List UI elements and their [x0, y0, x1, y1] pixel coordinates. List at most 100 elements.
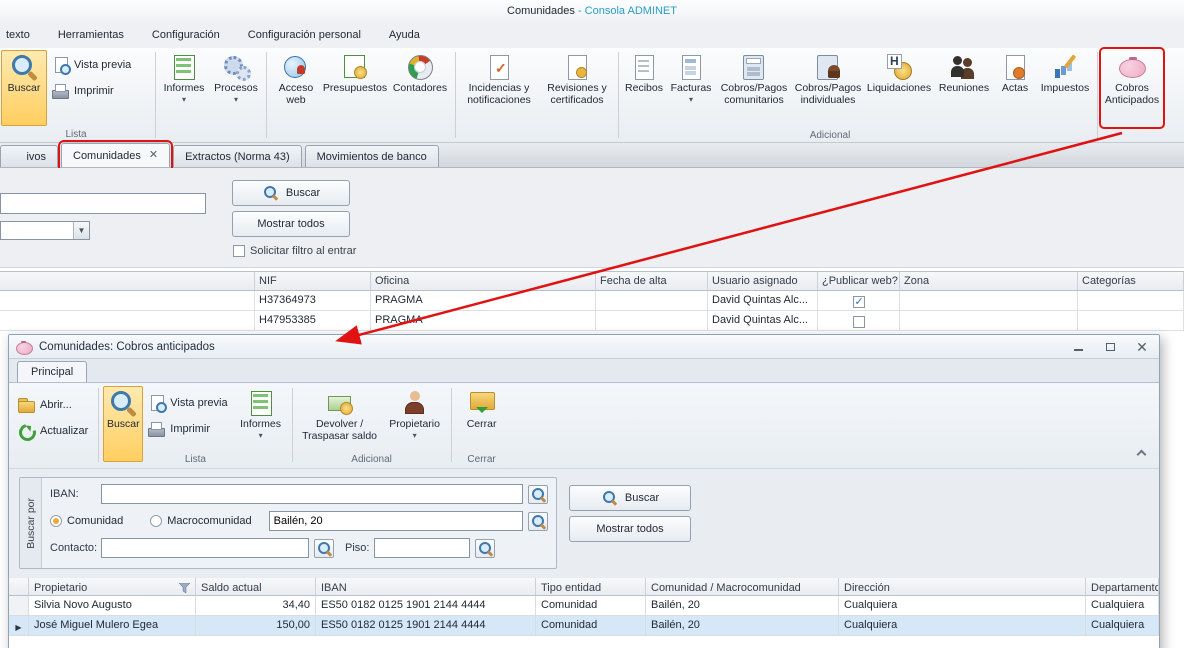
column-header-oficina[interactable]: Oficina [371, 271, 596, 291]
imprimir-button[interactable]: Imprimir [51, 82, 131, 100]
comunidad-radio[interactable] [50, 515, 62, 527]
main-mostrar-todos-button[interactable]: Mostrar todos [232, 211, 350, 237]
column-header-publicar-web[interactable]: ¿Publicar web? [818, 271, 900, 291]
menu-item-herramientas[interactable]: Herramientas [58, 29, 124, 41]
column-header-iban[interactable]: IBAN [316, 578, 536, 596]
ribbon-separator [266, 52, 267, 138]
dialog-imprimir-button[interactable]: Imprimir [147, 420, 227, 438]
column-header-nif[interactable]: NIF [255, 271, 371, 291]
toolbar-separator [451, 388, 452, 462]
ribbon-button-facturas[interactable]: Facturas ▾ [667, 50, 715, 126]
contacto-input[interactable] [101, 538, 309, 558]
vista-previa-button[interactable]: Vista previa [51, 56, 131, 74]
ribbon-button-acceso-web[interactable]: Acceso web [271, 50, 321, 126]
dialog-search-area: Buscar por IBAN: Comunidad Macrocomunida… [9, 469, 1159, 578]
dialog-tabstrip: Principal [9, 359, 1159, 383]
table-header-row: Propietario Saldo actual IBAN Tipo entid… [9, 578, 1159, 596]
solicitar-filtro-checkbox[interactable] [233, 245, 245, 257]
dialog-informes-button[interactable]: Informes ▾ [234, 386, 288, 462]
column-header-propietario[interactable]: Propietario [29, 578, 196, 596]
main-buscar-button[interactable]: Buscar [232, 180, 350, 206]
ribbon-button-liquidaciones[interactable]: Liquidaciones [865, 50, 933, 126]
cerrar-button[interactable]: Cerrar [456, 386, 508, 462]
menu-item-configuracion-personal[interactable]: Configuración personal [248, 29, 361, 41]
table-row[interactable]: H47953385 PRAGMA David Quintas Alc... [0, 311, 1184, 331]
ribbon-button-recibos[interactable]: Recibos [623, 50, 665, 126]
ribbon-button-reuniones[interactable]: Reuniones [935, 50, 993, 126]
menu-item-texto[interactable]: texto [6, 29, 30, 41]
collapse-ribbon-button[interactable] [1135, 446, 1149, 460]
ribbon-button-contadores[interactable]: Contadores [389, 50, 451, 126]
search-icon [477, 540, 493, 556]
ribbon-button-actas[interactable]: Actas [995, 50, 1035, 126]
medal-icon [885, 53, 913, 81]
ribbon-button-informes[interactable]: Informes ▾ [160, 50, 208, 126]
table-row[interactable]: Silvia Novo Augusto 34,40 ES50 0182 0125… [9, 596, 1159, 616]
comunidad-input[interactable] [269, 511, 523, 531]
ribbon-button-cobros-anticipados[interactable]: Cobros Anticipados [1102, 50, 1162, 126]
column-header-saldo-actual[interactable]: Saldo actual [196, 578, 316, 596]
devolver-traspasar-button[interactable]: Devolver / Traspasar saldo [297, 386, 383, 462]
row-selector [9, 596, 29, 616]
actualizar-button[interactable]: Actualizar [17, 422, 88, 440]
dialog-buscar-action-button[interactable]: Buscar [569, 485, 691, 511]
column-header-direccion[interactable]: Dirección [839, 578, 1086, 596]
menu-item-ayuda[interactable]: Ayuda [389, 29, 420, 41]
dialog-vista-previa-button[interactable]: Vista previa [147, 394, 227, 412]
cell-iban: ES50 0182 0125 1901 2144 4444 [316, 616, 536, 636]
ribbon-button-cobros-pagos-individuales[interactable]: Cobros/Pagos individuales [793, 50, 863, 126]
table-row[interactable]: H37364973 PRAGMA David Quintas Alc... [0, 291, 1184, 311]
dialog-mostrar-todos-button[interactable]: Mostrar todos [569, 516, 691, 542]
menu-item-configuracion[interactable]: Configuración [152, 29, 220, 41]
ribbon-button-incidencias[interactable]: Incidencias y notificaciones [460, 50, 538, 126]
ribbon-button-cobros-pagos-comunitarios[interactable]: Cobros/Pagos comunitarios [717, 50, 791, 126]
dialog-group-label-cerrar: Cerrar [456, 454, 508, 465]
column-header-comunidad[interactable]: Comunidad / Macrocomunidad [646, 578, 839, 596]
tab-extractos[interactable]: Extractos (Norma 43) [173, 145, 302, 167]
contacto-search-button[interactable] [314, 539, 334, 558]
comunidad-search-button[interactable] [528, 512, 548, 531]
dialog-tab-principal[interactable]: Principal [17, 361, 87, 382]
search-icon [316, 540, 332, 556]
filter-icon[interactable] [179, 583, 190, 593]
macrocomunidad-radio-label: Macrocomunidad [167, 515, 251, 527]
ribbon-button-procesos[interactable]: Procesos ▾ [210, 50, 262, 126]
ribbon-button-presupuestos[interactable]: Presupuestos [323, 50, 387, 126]
publicar-web-checkbox[interactable] [853, 296, 865, 308]
restore-button[interactable] [1099, 339, 1121, 355]
piggy-bank-icon [1118, 53, 1146, 81]
table-row[interactable]: ▶ José Miguel Mulero Egea 150,00 ES50 01… [9, 616, 1159, 636]
close-button[interactable]: ✕ [1131, 339, 1153, 355]
ribbon-buscar-button[interactable]: Buscar [1, 50, 47, 126]
cell-categorias [1078, 291, 1184, 311]
ribbon-button-revisiones[interactable]: Revisiones y certificados [540, 50, 614, 126]
ribbon-group-lista: Buscar Vista previa Imprimir Lista [1, 50, 151, 140]
column-header-blank[interactable] [0, 271, 255, 291]
column-header-departamento[interactable]: Departamento [1086, 578, 1159, 596]
piso-input[interactable] [374, 538, 470, 558]
piso-search-button[interactable] [475, 539, 495, 558]
invoice-icon [677, 53, 705, 81]
column-header-zona[interactable]: Zona [900, 271, 1078, 291]
column-header-usuario[interactable]: Usuario asignado [708, 271, 818, 291]
main-search-input[interactable] [0, 193, 206, 214]
minimize-button[interactable] [1067, 339, 1089, 355]
iban-input[interactable] [101, 484, 523, 504]
cell-tipo: Comunidad [536, 596, 646, 616]
abrir-button[interactable]: Abrir... [17, 396, 88, 414]
dialog-titlebar[interactable]: Comunidades: Cobros anticipados ✕ [9, 335, 1159, 359]
column-header-categorias[interactable]: Categorías [1078, 271, 1184, 291]
column-header-tipo-entidad[interactable]: Tipo entidad [536, 578, 646, 596]
close-tab-icon[interactable]: ✕ [149, 150, 158, 161]
tab-movimientos-banco[interactable]: Movimientos de banco [305, 145, 439, 167]
dialog-buscar-button[interactable]: Buscar [103, 386, 143, 462]
tab-partial[interactable]: ivos [0, 145, 58, 167]
main-filter-combo[interactable]: ▼ [0, 221, 90, 240]
column-header-fecha-alta[interactable]: Fecha de alta [596, 271, 708, 291]
iban-search-button[interactable] [528, 485, 548, 504]
tab-comunidades[interactable]: Comunidades ✕ [61, 143, 170, 167]
macrocomunidad-radio[interactable] [150, 515, 162, 527]
publicar-web-checkbox[interactable] [853, 316, 865, 328]
ribbon-button-impuestos[interactable]: Impuestos [1037, 50, 1093, 126]
propietario-button[interactable]: Propietario ▾ [383, 386, 447, 462]
